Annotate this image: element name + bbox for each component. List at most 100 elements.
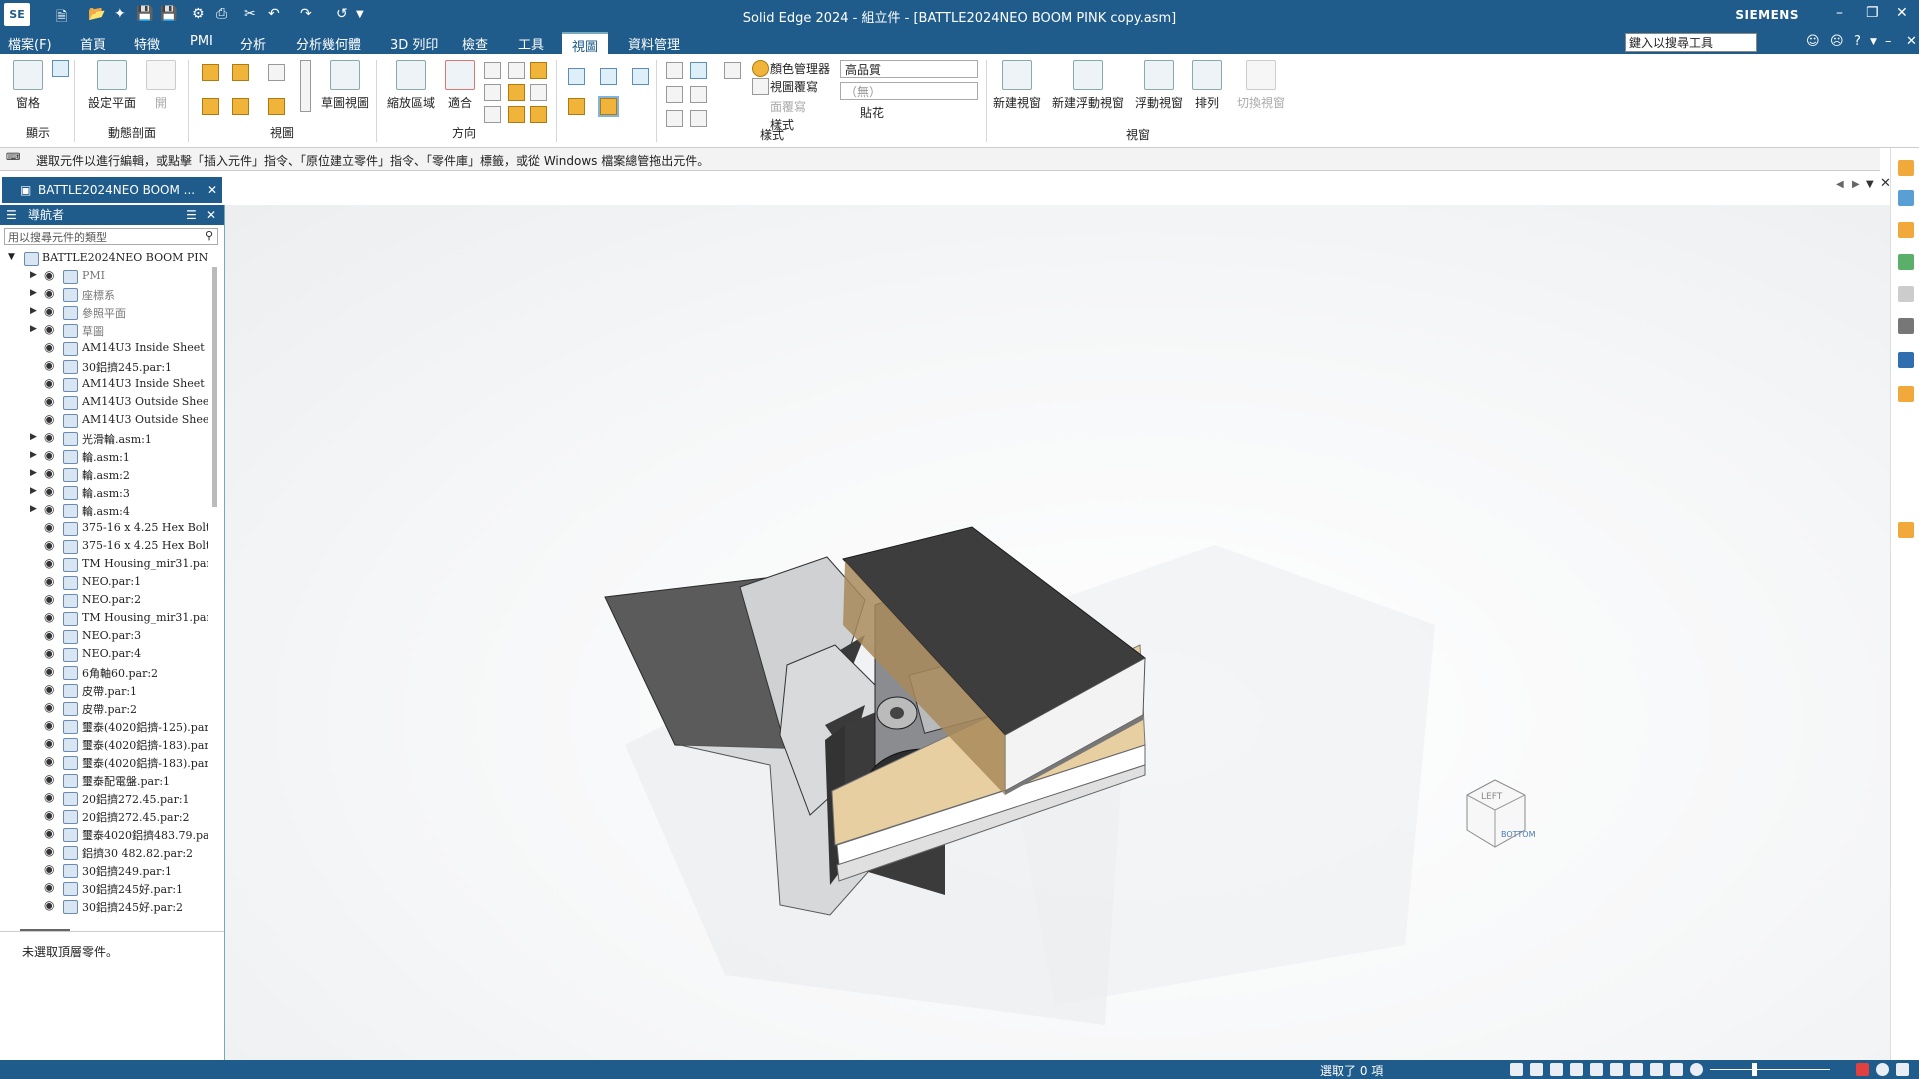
tree-item[interactable]: ◉ 6角軸60.par:2 [0, 663, 210, 681]
color-manager-button[interactable]: 顏色管理器 [770, 60, 830, 77]
view-icon-5[interactable] [232, 98, 249, 115]
shaded-icon[interactable] [568, 98, 585, 115]
zoom-icon[interactable] [484, 62, 501, 79]
new-window-button[interactable]: 新建視窗 [990, 60, 1044, 111]
status-pan-icon[interactable] [1570, 1063, 1583, 1076]
status-sun-icon[interactable] [1690, 1063, 1703, 1076]
background-select[interactable]: （無） [840, 82, 978, 100]
window-pane-button[interactable]: 窗格 [10, 60, 46, 111]
layers-icon[interactable] [1898, 318, 1914, 334]
render-mode-icon-7[interactable] [690, 110, 707, 127]
view-icon-1[interactable] [202, 64, 219, 81]
tab-features[interactable]: 特徵 [134, 34, 160, 53]
visibility-eye-icon[interactable]: ◉ [44, 412, 54, 426]
dimetric-view-icon[interactable] [600, 68, 617, 85]
tab-tools[interactable]: 工具 [518, 34, 544, 53]
visibility-eye-icon[interactable]: ◉ [44, 394, 54, 408]
visibility-eye-icon[interactable]: ◉ [44, 322, 54, 336]
parts-library-icon[interactable] [1898, 160, 1914, 176]
tree-item[interactable]: ◉ 皮帶.par:1 [0, 681, 210, 699]
search-icon[interactable]: ⚲ [1741, 33, 1751, 48]
tab-home[interactable]: 首頁 [80, 34, 106, 53]
command-search-input[interactable]: 鍵入以搜尋工具 [1625, 33, 1757, 52]
tab-pmi[interactable]: PMI [190, 34, 213, 49]
sketch-view-button[interactable]: 草圖視圖 [318, 60, 372, 111]
search-icon[interactable]: ⚲ [205, 229, 213, 242]
view-overlay-button[interactable]: 視圖覆寫 [770, 78, 818, 95]
status-style-icon[interactable] [1670, 1063, 1683, 1076]
render-mode-icon-2[interactable] [690, 62, 707, 79]
visibility-eye-icon[interactable]: ◉ [44, 880, 54, 894]
zoom-slider-track[interactable] [1710, 1069, 1830, 1070]
navigator-search-input[interactable]: 用以搜尋元件的類型 [4, 228, 218, 245]
tree-root[interactable]: ▼ BATTLE2024NEO BOOM PINK [0, 249, 210, 267]
navigator-menu-icon[interactable]: ☰ [186, 205, 197, 225]
view-cube[interactable]: LEFT BOTTOM [1466, 779, 1536, 848]
tree-item[interactable]: ◉ NEO.par:4 [0, 645, 210, 663]
visibility-eye-icon[interactable]: ◉ [44, 448, 54, 462]
record-icon[interactable] [1856, 1063, 1869, 1076]
close-button[interactable]: ✕ [1896, 5, 1908, 21]
status-orient-icon[interactable] [1650, 1063, 1663, 1076]
tree-item[interactable]: ◉ 20鋁擠272.45.par:1 [0, 789, 210, 807]
tools-icon[interactable] [1898, 222, 1914, 238]
decal-button[interactable]: 貼花 [860, 104, 884, 121]
zoom-area-button[interactable]: 縮放區域 [384, 60, 438, 111]
pattern-icon[interactable] [1898, 386, 1914, 402]
navigator-close-icon[interactable]: ✕ [206, 205, 216, 225]
previous-view-icon[interactable] [484, 106, 501, 123]
render-mode-icon-6[interactable] [666, 110, 683, 127]
close-tab-icon[interactable]: ✕ [207, 177, 217, 203]
visibility-eye-icon[interactable]: ◉ [44, 538, 54, 552]
visibility-eye-icon[interactable]: ◉ [44, 358, 54, 372]
tree-item[interactable]: ◉ 璽泰(4020鋁擠-125).par [0, 717, 210, 735]
named-view-icon[interactable] [508, 106, 525, 123]
rotate-icon[interactable] [530, 62, 547, 79]
tree-item[interactable]: ◉ TM Housing_mir31.par:1 [0, 555, 210, 573]
visibility-eye-icon[interactable]: ◉ [44, 556, 54, 570]
render-mode-icon-3[interactable] [724, 62, 741, 79]
visibility-eye-icon[interactable]: ◉ [44, 808, 54, 822]
expand-icon[interactable]: ▶ [30, 504, 37, 514]
pan-icon[interactable] [508, 62, 525, 79]
tree-item[interactable]: ◉ AM14U3 Outside Sheet L [0, 411, 210, 429]
minimize-button[interactable]: – [1836, 5, 1843, 21]
tree-item[interactable]: ◉ 30鋁擠245.par:1 [0, 357, 210, 375]
look-at-icon[interactable] [530, 106, 547, 123]
visibility-eye-icon[interactable]: ◉ [44, 592, 54, 606]
expand-icon[interactable]: ▶ [30, 288, 37, 298]
tab-scroll-right-icon[interactable]: ▶ [1852, 179, 1860, 190]
tab-geometry-analysis[interactable]: 分析幾何體 [296, 34, 361, 53]
splitter-handle[interactable] [20, 929, 70, 931]
help-icon[interactable]: ? [1854, 34, 1861, 49]
visibility-eye-icon[interactable]: ◉ [44, 574, 54, 588]
iso-view-icon[interactable] [568, 68, 585, 85]
web-icon[interactable] [1898, 352, 1914, 368]
smile-icon[interactable]: ☺ [1806, 34, 1820, 49]
visibility-eye-icon[interactable]: ◉ [44, 520, 54, 534]
tree-item[interactable]: ◉ NEO.par:2 [0, 591, 210, 609]
visibility-eye-icon[interactable]: ◉ [44, 664, 54, 678]
visibility-eye-icon[interactable]: ◉ [44, 754, 54, 768]
tree-item[interactable]: ◉ 30鋁擠245好.par:1 [0, 879, 210, 897]
tree-item[interactable]: ◉ 375-16 x 4.25 Hex Bolt_ [0, 519, 210, 537]
set-plane-button[interactable]: 設定平面 [84, 60, 140, 111]
file-menu[interactable]: 檔案(F) [8, 34, 52, 53]
tree-item[interactable]: ◉ TM Housing_mir31.par:2 [0, 609, 210, 627]
tree-item[interactable]: ▶ ◉ 光滑輪.asm:1 [0, 429, 210, 447]
expand-icon[interactable]: ▶ [30, 468, 37, 478]
visibility-eye-icon[interactable]: ◉ [44, 646, 54, 660]
tree-item[interactable]: ▶ ◉ 輪.asm:4 [0, 501, 210, 519]
render-mode-icon-1[interactable] [666, 62, 683, 79]
graphics-viewport[interactable]: LEFT BOTTOM [225, 205, 1890, 1060]
visibility-eye-icon[interactable]: ◉ [44, 898, 54, 912]
visibility-eye-icon[interactable]: ◉ [44, 700, 54, 714]
visibility-eye-icon[interactable]: ◉ [44, 862, 54, 876]
tree-item[interactable]: ◉ NEO.par:3 [0, 627, 210, 645]
tree-item[interactable]: ◉ AM14U3 Inside Sheet Rt [0, 375, 210, 393]
tab-analysis[interactable]: 分析 [240, 34, 266, 53]
link-icon[interactable] [1898, 286, 1914, 302]
view-icon-3[interactable] [268, 64, 285, 81]
tree-item[interactable]: ▶ ◉ 參照平面 [0, 303, 210, 321]
tree-item[interactable]: ▶ ◉ 輪.asm:1 [0, 447, 210, 465]
